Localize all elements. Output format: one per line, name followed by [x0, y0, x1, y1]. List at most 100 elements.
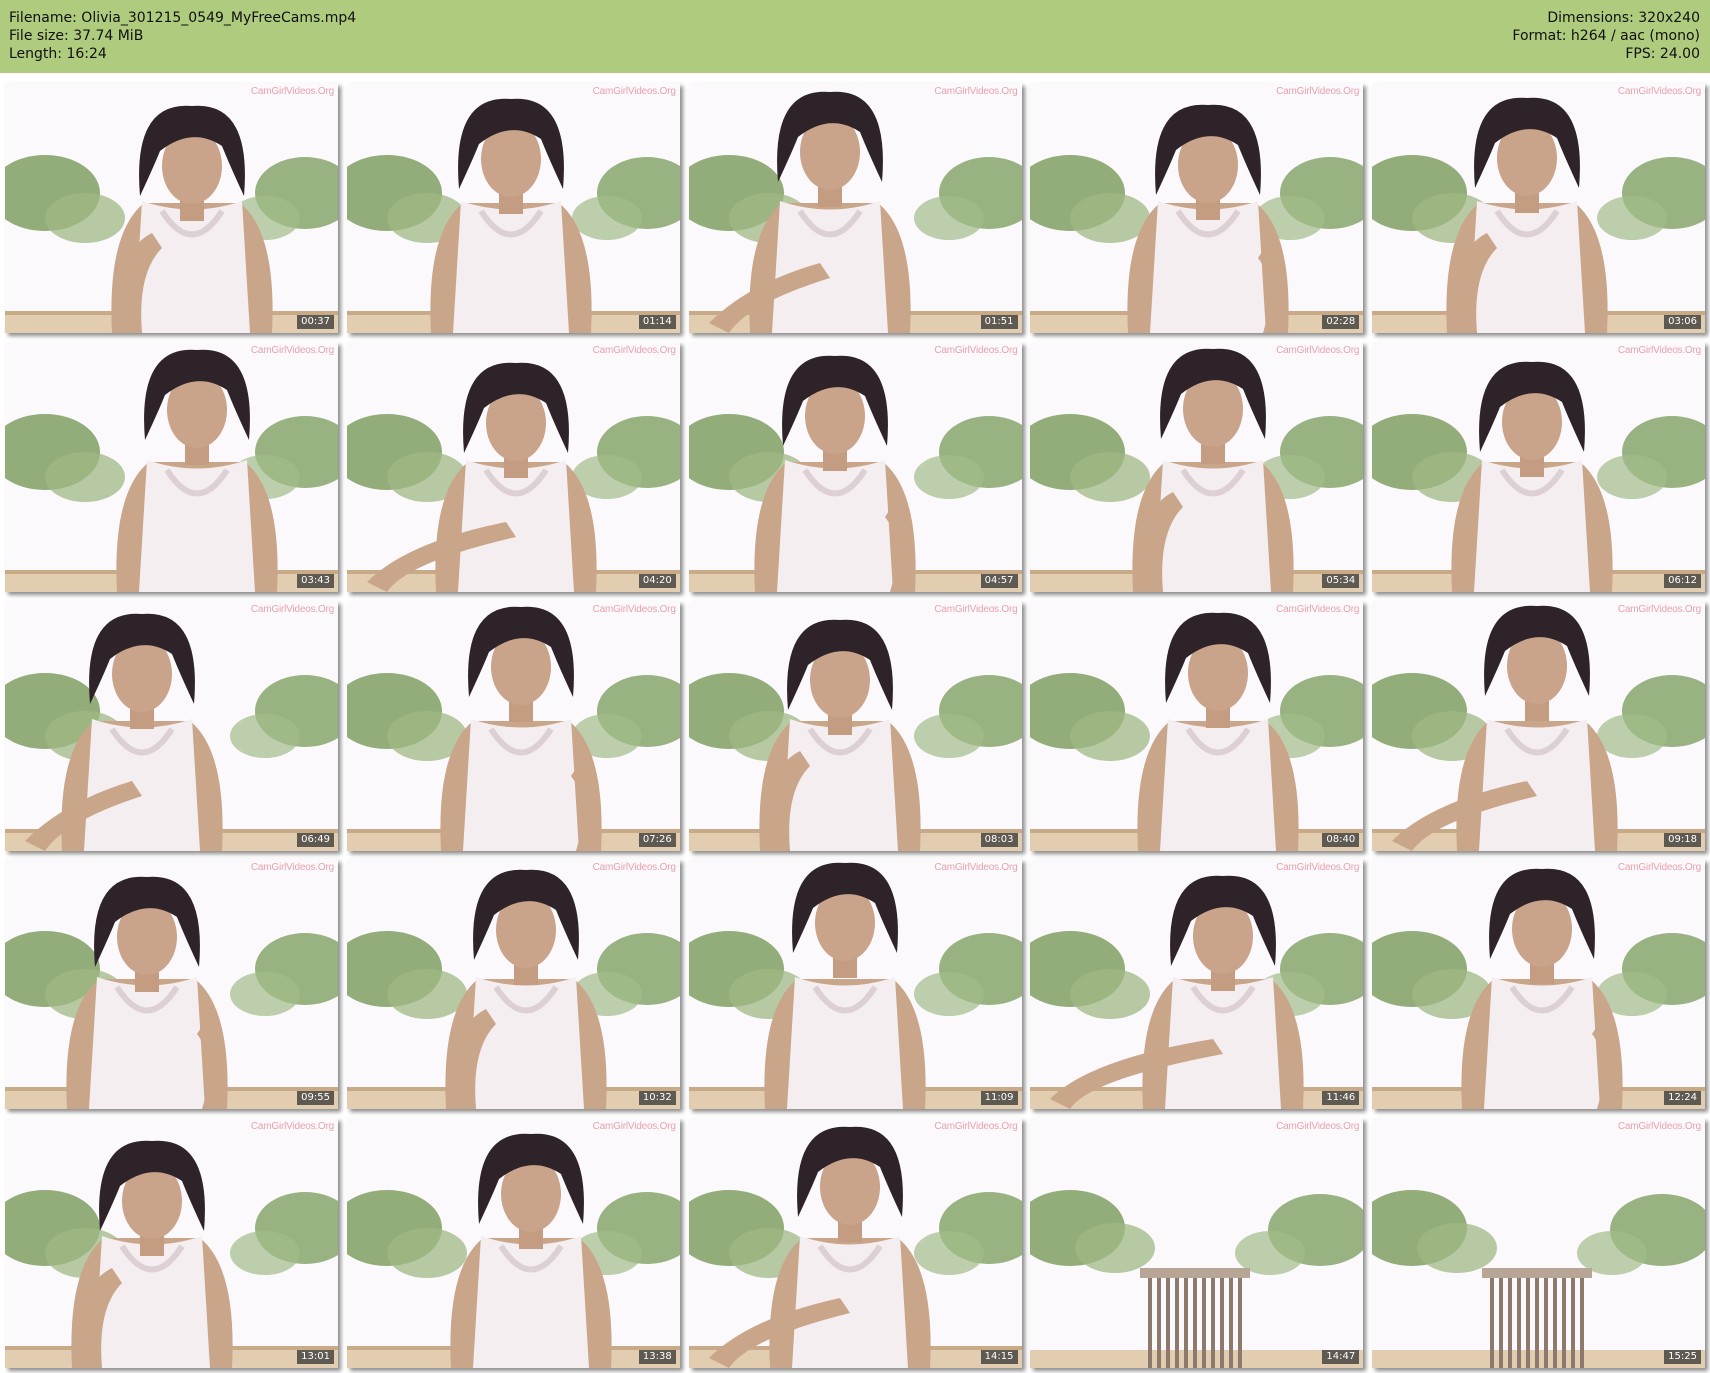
watermark-logo: CamGirlVideos.Org	[250, 86, 334, 97]
watermark-logo: CamGirlVideos.Org	[592, 1121, 676, 1132]
watermark-logo: CamGirlVideos.Org	[592, 344, 676, 356]
watermark-logo: CamGirlVideos.Org	[592, 86, 676, 97]
video-thumbnail: CamGirlVideos.Org 03:06	[1372, 83, 1705, 333]
timestamp-label: 10:32	[638, 1091, 676, 1106]
timestamp-label: 01:51	[980, 315, 1018, 329]
fps-text: FPS: 24.00	[1625, 46, 1700, 62]
timestamp-label: 13:01	[297, 1350, 334, 1364]
video-thumbnail: CamGirlVideos.Org 12:24	[1372, 859, 1705, 1110]
timestamp-label: 01:14	[638, 315, 676, 329]
video-thumbnail: CamGirlVideos.Org 14:15	[688, 1118, 1022, 1368]
watermark-logo: CamGirlVideos.Org	[1617, 86, 1701, 97]
timestamp-label: 05:34	[1322, 573, 1360, 588]
format-text: Format: h264 / aac (mono)	[1512, 28, 1700, 44]
timestamp-label: 09:55	[297, 1091, 334, 1106]
video-thumbnail: CamGirlVideos.Org 06:12	[1372, 341, 1705, 592]
frame-person-image	[346, 83, 680, 333]
watermark-logo: CamGirlVideos.Org	[250, 862, 334, 874]
video-thumbnail: CamGirlVideos.Org 01:51	[688, 83, 1022, 333]
timestamp-label: 11:46	[1322, 1091, 1360, 1106]
frame-person-image	[1030, 341, 1364, 592]
watermark-logo: CamGirlVideos.Org	[1617, 862, 1701, 874]
video-thumbnail: CamGirlVideos.Org 04:20	[346, 341, 680, 592]
timestamp-label: 07:26	[638, 832, 676, 847]
timestamp-label: 04:20	[638, 573, 676, 588]
timestamp-label: 06:12	[1664, 573, 1701, 588]
timestamp-label: 06:49	[297, 832, 334, 847]
video-thumbnail: CamGirlVideos.Org 07:26	[346, 600, 680, 851]
watermark-logo: CamGirlVideos.Org	[250, 1121, 334, 1132]
length-text: Length: 16:24	[9, 46, 107, 62]
frame-person-image	[1030, 83, 1364, 333]
timestamp-label: 03:06	[1664, 315, 1701, 329]
frame-person-image	[688, 83, 1022, 333]
watermark-logo: CamGirlVideos.Org	[934, 603, 1018, 615]
frame-chair-image	[1030, 1118, 1364, 1368]
watermark-logo: CamGirlVideos.Org	[1617, 344, 1701, 356]
watermark-logo: CamGirlVideos.Org	[250, 344, 334, 356]
frame-person-image	[5, 1118, 338, 1368]
frame-person-image	[1372, 341, 1705, 592]
frame-person-image	[346, 1118, 680, 1368]
video-thumbnail: CamGirlVideos.Org 02:28	[1030, 83, 1364, 333]
frame-person-image	[346, 341, 680, 592]
video-thumbnail: CamGirlVideos.Org 13:01	[5, 1118, 338, 1368]
timestamp-label: 00:37	[297, 315, 334, 329]
watermark-logo: CamGirlVideos.Org	[934, 86, 1018, 97]
thumbnail-grid: CamGirlVideos.Org 00:37 CamGirlVideos.Org…	[5, 83, 1705, 1368]
video-thumbnail: CamGirlVideos.Org 15:25	[1372, 1118, 1705, 1368]
frame-person-image	[5, 83, 338, 333]
video-thumbnail: CamGirlVideos.Org 08:03	[688, 600, 1022, 851]
video-thumbnail: CamGirlVideos.Org 13:38	[346, 1118, 680, 1368]
video-thumbnail: CamGirlVideos.Org 08:40	[1030, 600, 1364, 851]
frame-person-image	[1030, 859, 1364, 1110]
timestamp-label: 11:09	[980, 1091, 1018, 1106]
frame-person-image	[688, 600, 1022, 851]
frame-person-image	[346, 859, 680, 1110]
video-thumbnail: CamGirlVideos.Org 00:37	[5, 83, 338, 333]
watermark-logo: CamGirlVideos.Org	[1617, 603, 1701, 615]
info-header: Filename: Olivia_301215_0549_MyFreeCams.…	[0, 0, 1710, 73]
filename-text: Filename: Olivia_301215_0549_MyFreeCams.…	[9, 10, 357, 26]
video-thumbnail: CamGirlVideos.Org 10:32	[346, 859, 680, 1110]
dimensions-text: Dimensions: 320x240	[1547, 10, 1700, 26]
timestamp-label: 04:57	[980, 573, 1018, 588]
video-thumbnail: CamGirlVideos.Org 09:18	[1372, 600, 1705, 851]
watermark-logo: CamGirlVideos.Org	[1617, 1121, 1701, 1132]
watermark-logo: CamGirlVideos.Org	[934, 344, 1018, 356]
frame-person-image	[1372, 83, 1705, 333]
watermark-logo: CamGirlVideos.Org	[592, 603, 676, 615]
frame-person-image	[1372, 600, 1705, 851]
timestamp-label: 13:38	[638, 1350, 676, 1364]
watermark-logo: CamGirlVideos.Org	[1276, 862, 1360, 874]
video-thumbnail: CamGirlVideos.Org 11:46	[1030, 859, 1364, 1110]
video-meta: Dimensions: 320x240 Format: h264 / aac (…	[1512, 9, 1700, 63]
frame-person-image	[688, 1118, 1022, 1368]
video-thumbnail: CamGirlVideos.Org 04:57	[688, 341, 1022, 592]
watermark-logo: CamGirlVideos.Org	[1276, 603, 1360, 615]
watermark-logo: CamGirlVideos.Org	[250, 603, 334, 615]
video-thumbnail: CamGirlVideos.Org 03:43	[5, 341, 338, 592]
video-thumbnail: CamGirlVideos.Org 09:55	[5, 859, 338, 1110]
watermark-logo: CamGirlVideos.Org	[592, 862, 676, 874]
timestamp-label: 09:18	[1664, 832, 1701, 847]
watermark-logo: CamGirlVideos.Org	[1276, 1121, 1360, 1132]
watermark-logo: CamGirlVideos.Org	[1276, 344, 1360, 356]
file-meta: Filename: Olivia_301215_0549_MyFreeCams.…	[9, 9, 356, 63]
watermark-logo: CamGirlVideos.Org	[934, 1121, 1018, 1132]
timestamp-label: 12:24	[1664, 1091, 1701, 1106]
video-thumbnail: CamGirlVideos.Org 11:09	[688, 859, 1022, 1110]
frame-person-image	[1030, 600, 1364, 851]
frame-person-image	[5, 341, 338, 592]
watermark-logo: CamGirlVideos.Org	[934, 862, 1018, 874]
watermark-logo: CamGirlVideos.Org	[1276, 86, 1360, 97]
timestamp-label: 14:47	[1322, 1350, 1360, 1364]
timestamp-label: 02:28	[1322, 315, 1360, 329]
frame-person-image	[688, 859, 1022, 1110]
timestamp-label: 08:03	[980, 832, 1018, 847]
video-thumbnail: CamGirlVideos.Org 14:47	[1030, 1118, 1364, 1368]
video-thumbnail: CamGirlVideos.Org 05:34	[1030, 341, 1364, 592]
filesize-text: File size: 37.74 MiB	[9, 28, 144, 44]
frame-person-image	[1372, 859, 1705, 1110]
frame-chair-image	[1372, 1118, 1705, 1368]
